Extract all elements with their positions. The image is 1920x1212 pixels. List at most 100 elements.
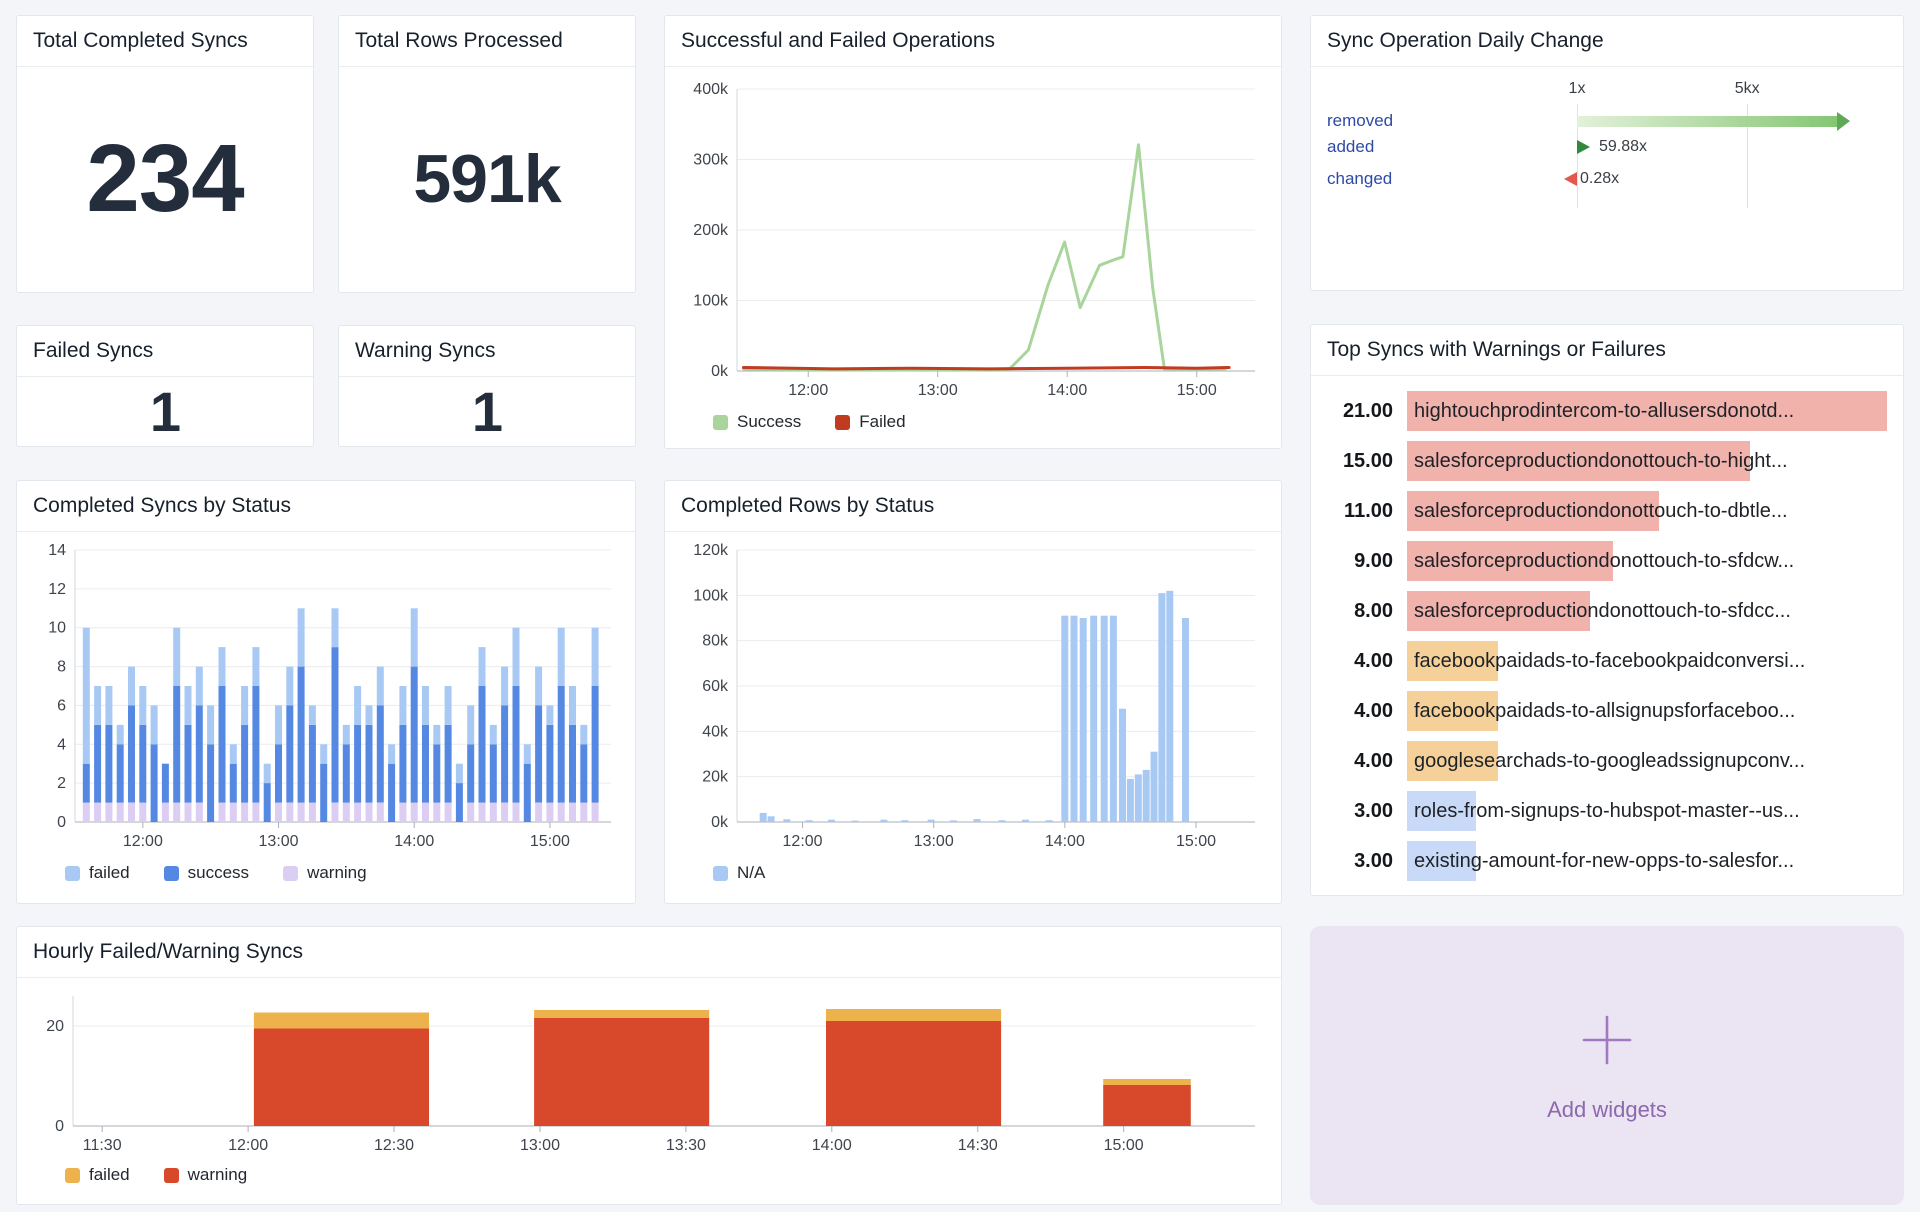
- add-widgets-panel[interactable]: Add widgets: [1310, 926, 1904, 1205]
- top-sync-name: salesforceproductiondonottouch-to-sfdcw.…: [1407, 541, 1887, 581]
- svg-text:2: 2: [57, 775, 66, 792]
- svg-text:10: 10: [48, 620, 66, 637]
- top-sync-name-cell: salesforceproductiondonottouch-to-hight.…: [1407, 441, 1887, 481]
- legend-swatch: [164, 866, 179, 881]
- top-sync-row[interactable]: 15.00salesforceproductiondonottouch-to-h…: [1327, 436, 1887, 486]
- legend-label: warning: [307, 863, 367, 883]
- legend-label: failed: [89, 863, 130, 883]
- card-failed-syncs: Failed Syncs 1: [16, 325, 314, 447]
- legend-item[interactable]: warning: [283, 863, 367, 883]
- top-sync-row[interactable]: 21.00 hightouchprodintercom-to-allusersdo…: [1327, 386, 1887, 436]
- top-sync-value: 3.00: [1327, 800, 1393, 823]
- hourly-syncs-chart-svg: 02011:3012:0012:3013:0013:3014:0014:3015…: [33, 986, 1267, 1158]
- svg-text:14: 14: [48, 542, 66, 559]
- top-sync-name-cell: hightouchprodintercom-to-allusersdonotd.…: [1407, 391, 1887, 431]
- top-sync-row[interactable]: 4.00googlesearchads-to-googleadssignupco…: [1327, 736, 1887, 786]
- legend-item[interactable]: failed: [65, 863, 130, 883]
- total-completed-syncs-value: 234: [17, 67, 313, 291]
- svg-text:12:00: 12:00: [788, 382, 828, 399]
- svg-text:13:00: 13:00: [918, 382, 958, 399]
- top-sync-row[interactable]: 3.00existing-amount-for-new-opps-to-sale…: [1327, 836, 1887, 886]
- svg-text:200k: 200k: [693, 222, 729, 239]
- total-rows-processed-title: Total Rows Processed: [339, 16, 635, 67]
- top-sync-name: salesforceproductiondonottouch-to-hight.…: [1407, 441, 1887, 481]
- card-total-rows-processed: Total Rows Processed 591k: [338, 15, 636, 293]
- svg-text:0: 0: [55, 1118, 64, 1135]
- card-top-syncs: Top Syncs with Warnings or Failures 21.0…: [1310, 324, 1904, 896]
- svg-text:14:00: 14:00: [812, 1137, 852, 1154]
- failed-syncs-value: 1: [17, 377, 313, 445]
- top-sync-name-cell: facebookpaidads-to-allsignupsforfaceboo.…: [1407, 691, 1887, 731]
- legend-item[interactable]: failed: [65, 1165, 130, 1185]
- svg-text:20k: 20k: [702, 769, 729, 786]
- svg-text:40k: 40k: [702, 723, 729, 740]
- legend-label: success: [188, 863, 249, 883]
- changed-marker-icon: [1564, 172, 1577, 186]
- top-sync-row[interactable]: 9.00 salesforceproductiondonottouch-to-sf…: [1327, 536, 1887, 586]
- svg-text:100k: 100k: [693, 587, 729, 604]
- syncs-by-status-chart-svg: 0246810121412:0013:0014:0015:00: [33, 540, 621, 856]
- top-sync-value: 4.00: [1327, 750, 1393, 773]
- svg-text:60k: 60k: [702, 678, 729, 695]
- legend-swatch: [835, 415, 850, 430]
- svg-text:13:30: 13:30: [666, 1137, 706, 1154]
- svg-text:15:00: 15:00: [1104, 1137, 1144, 1154]
- dashboard-page: { "stats": { "total_completed_syncs": {"…: [0, 0, 1920, 1212]
- legend-label: Success: [737, 412, 801, 432]
- legend-label: warning: [188, 1165, 248, 1185]
- svg-text:15:00: 15:00: [1177, 382, 1217, 399]
- card-rows-by-status: Completed Rows by Status 0k20k40k60k80k1…: [664, 480, 1282, 904]
- svg-text:15:00: 15:00: [1176, 833, 1216, 850]
- svg-text:8: 8: [57, 659, 66, 676]
- legend-item[interactable]: Success: [713, 412, 801, 432]
- top-sync-name: facebookpaidads-to-facebookpaidconversi.…: [1407, 641, 1887, 681]
- operations-chart-area: 0k100k200k300k400k12:0013:0014:0015:00 S…: [665, 67, 1281, 432]
- legend-label: failed: [89, 1165, 130, 1185]
- top-sync-value: 21.00: [1327, 400, 1393, 423]
- total-rows-processed-value: 591k: [339, 67, 635, 291]
- legend-item[interactable]: success: [164, 863, 249, 883]
- syncs-by-status-title: Completed Syncs by Status: [17, 481, 635, 532]
- top-sync-row[interactable]: 8.00 salesforceproductiondonottouch-to-sf…: [1327, 586, 1887, 636]
- top-sync-name: salesforceproductiondonottouch-to-dbtle.…: [1407, 491, 1887, 531]
- rows-by-status-legend: N/A: [713, 863, 1265, 883]
- svg-text:13:00: 13:00: [914, 833, 954, 850]
- legend-item[interactable]: Failed: [835, 412, 905, 432]
- operations-chart-svg: 0k100k200k300k400k12:0013:0014:0015:00: [681, 75, 1267, 405]
- svg-text:14:30: 14:30: [958, 1137, 998, 1154]
- top-sync-value: 9.00: [1327, 550, 1393, 573]
- dc-row-label-changed[interactable]: changed: [1327, 169, 1392, 189]
- svg-text:4: 4: [57, 736, 66, 753]
- svg-text:12:00: 12:00: [123, 833, 163, 850]
- warning-syncs-title: Warning Syncs: [339, 326, 635, 377]
- top-sync-row[interactable]: 3.00roles-from-signups-to-hubspot-master…: [1327, 786, 1887, 836]
- added-value: 59.88x: [1599, 138, 1647, 156]
- top-sync-row[interactable]: 4.00facebookpaidads-to-facebookpaidconve…: [1327, 636, 1887, 686]
- syncs-by-status-chart-area: 0246810121412:0013:0014:0015:00 failedsu…: [17, 532, 635, 883]
- legend-item[interactable]: warning: [164, 1165, 248, 1185]
- removed-range-bar: [1577, 116, 1837, 127]
- hourly-syncs-chart-area: 02011:3012:0012:3013:0013:3014:0014:3015…: [17, 978, 1281, 1185]
- dc-row-label-added[interactable]: added: [1327, 137, 1374, 157]
- rows-by-status-chart-area: 0k20k40k60k80k100k120k12:0013:0014:0015:…: [665, 532, 1281, 883]
- dc-scale-max: 5kx: [1735, 80, 1760, 98]
- dc-row-label-removed[interactable]: removed: [1327, 111, 1393, 131]
- legend-swatch: [65, 866, 80, 881]
- top-sync-value: 8.00: [1327, 600, 1393, 623]
- svg-text:14:00: 14:00: [1045, 833, 1085, 850]
- top-sync-row[interactable]: 4.00facebookpaidads-to-allsignupsforface…: [1327, 686, 1887, 736]
- top-sync-row[interactable]: 11.00salesforceproductiondonottouch-to-d…: [1327, 486, 1887, 536]
- failed-syncs-title: Failed Syncs: [17, 326, 313, 377]
- card-syncs-by-status: Completed Syncs by Status 0246810121412:…: [16, 480, 636, 904]
- svg-text:12:30: 12:30: [374, 1137, 414, 1154]
- top-sync-name: salesforceproductiondonottouch-to-sfdcc.…: [1407, 591, 1887, 631]
- top-sync-name: facebookpaidads-to-allsignupsforfaceboo.…: [1407, 691, 1887, 731]
- top-sync-name-cell: salesforceproductiondonottouch-to-dbtle.…: [1407, 491, 1887, 531]
- legend-swatch: [164, 1168, 179, 1183]
- svg-text:100k: 100k: [693, 293, 729, 310]
- daily-change-title: Sync Operation Daily Change: [1311, 16, 1903, 67]
- card-total-completed-syncs: Total Completed Syncs 234: [16, 15, 314, 293]
- svg-text:400k: 400k: [693, 81, 729, 98]
- legend-item[interactable]: N/A: [713, 863, 765, 883]
- top-sync-name-cell: salesforceproductiondonottouch-to-sfdcw.…: [1407, 541, 1887, 581]
